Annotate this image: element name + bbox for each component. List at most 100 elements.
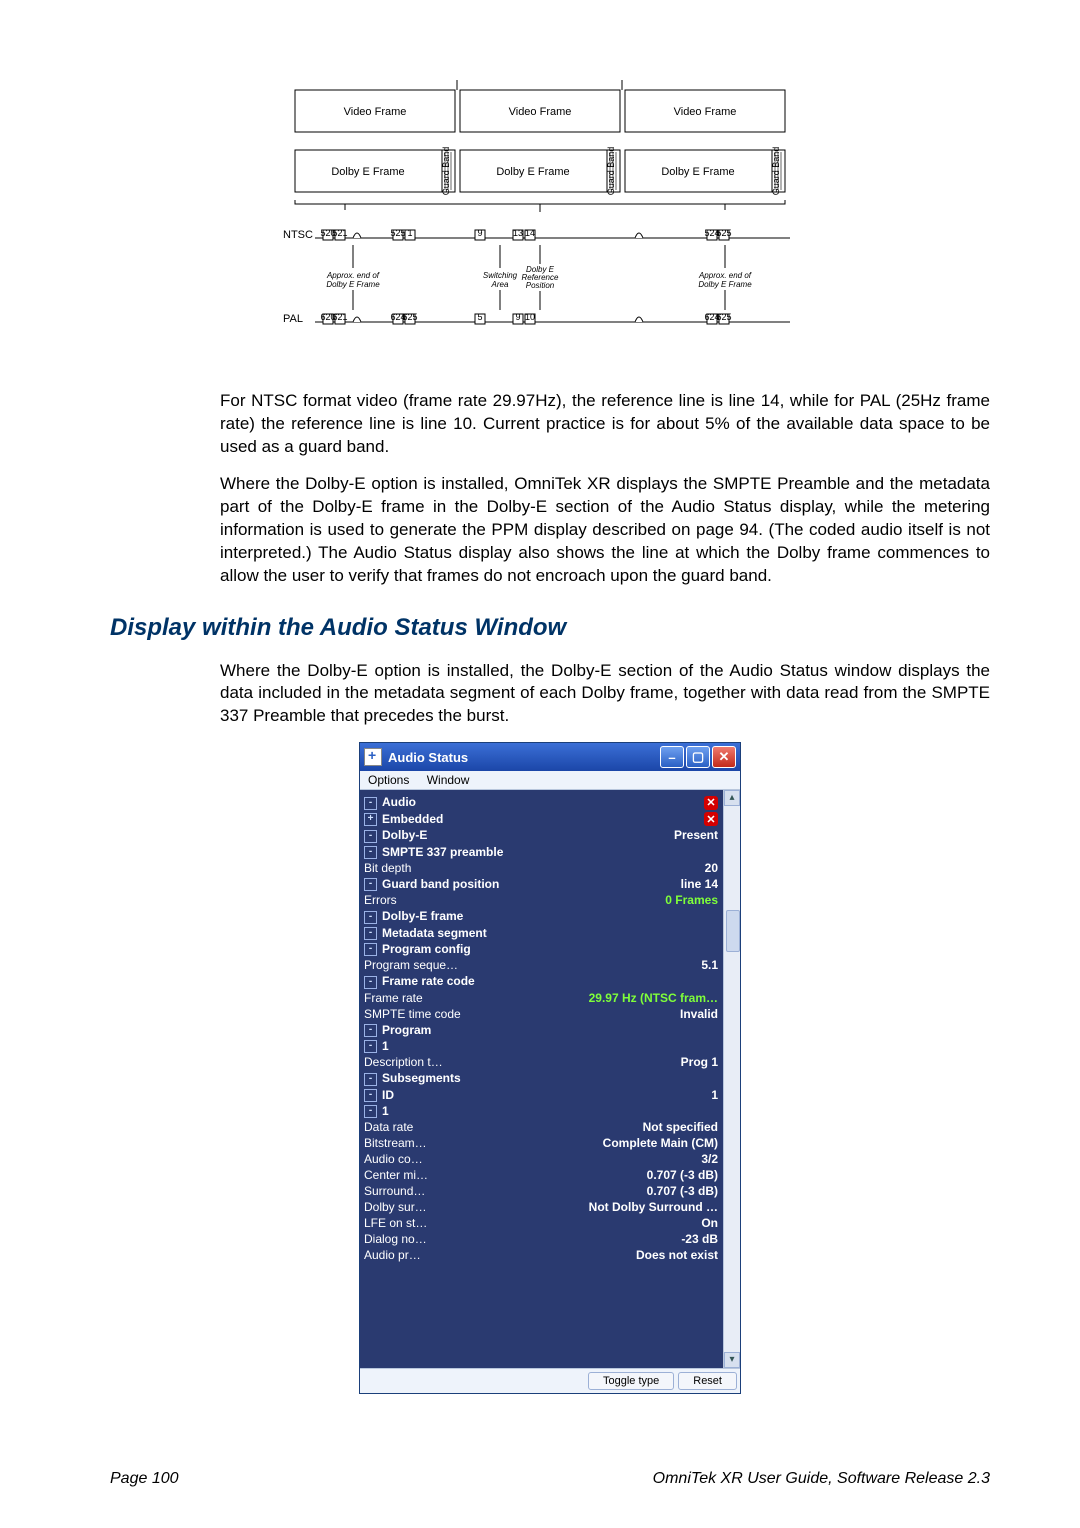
node-description: Description t… <box>364 1055 443 1069</box>
page: Video Frame Video Frame Video Frame <box>0 0 1080 1434</box>
node-audio[interactable]: Audio <box>382 795 416 809</box>
node-sub-1[interactable]: 1 <box>382 1104 389 1118</box>
titlebar[interactable]: Audio Status – ▢ ✕ <box>360 743 740 771</box>
svg-text:Approx. end of: Approx. end of <box>326 271 380 280</box>
reset-button[interactable]: Reset <box>678 1372 737 1390</box>
value-audio-pr: Does not exist <box>636 1248 718 1262</box>
body-text-2: Where the Dolby-E option is installed, t… <box>220 660 990 729</box>
value-frame-rate: 29.97 Hz (NTSC fram… <box>589 991 718 1005</box>
svg-text:14: 14 <box>525 228 535 238</box>
svg-text:521: 521 <box>332 228 347 238</box>
value-errors: 0 Frames <box>665 893 718 907</box>
value-smpte-tc: Invalid <box>680 1007 718 1021</box>
node-center-mi: Center mi… <box>364 1168 428 1182</box>
close-button[interactable]: ✕ <box>712 746 736 768</box>
node-smpte-preamble[interactable]: SMPTE 337 preamble <box>382 845 503 859</box>
paragraph-1: For NTSC format video (frame rate 29.97H… <box>220 390 990 459</box>
scrollbar[interactable]: ▴ ▾ <box>723 790 740 1368</box>
svg-text:Dolby E Frame: Dolby E Frame <box>331 166 404 178</box>
menu-options[interactable]: Options <box>368 773 409 787</box>
value-surround: 0.707 (-3 dB) <box>647 1184 718 1198</box>
node-subsegments[interactable]: Subsegments <box>382 1071 461 1085</box>
node-guard-band[interactable]: Guard band position <box>382 877 499 891</box>
node-embedded[interactable]: Embedded <box>382 812 443 826</box>
svg-text:Video Frame: Video Frame <box>344 106 407 118</box>
node-dolbye[interactable]: Dolby-E <box>382 828 427 842</box>
svg-text:625: 625 <box>716 312 731 322</box>
node-dialog: Dialog no… <box>364 1232 427 1246</box>
audio-status-window: Audio Status – ▢ ✕ Options Window -Audio… <box>359 742 741 1394</box>
node-smpte-tc: SMPTE time code <box>364 1007 461 1021</box>
scroll-up-icon[interactable]: ▴ <box>724 790 740 806</box>
svg-text:9: 9 <box>477 228 482 238</box>
value-data-rate: Not specified <box>643 1120 718 1134</box>
svg-text:1: 1 <box>407 228 412 238</box>
svg-text:NTSC: NTSC <box>283 229 313 241</box>
svg-text:13: 13 <box>513 228 523 238</box>
value-center-mi: 0.707 (-3 dB) <box>647 1168 718 1182</box>
svg-text:Dolby E Frame: Dolby E Frame <box>661 166 734 178</box>
value-bit-depth: 20 <box>705 861 718 875</box>
node-audio-pr: Audio pr… <box>364 1248 421 1262</box>
timing-diagram: Video Frame Video Frame Video Frame <box>275 80 825 350</box>
maximize-button[interactable]: ▢ <box>686 746 710 768</box>
value-dolbye: Present <box>674 828 718 842</box>
value-dialog: -23 dB <box>681 1232 718 1246</box>
svg-text:10: 10 <box>525 312 535 322</box>
node-dolbye-frame[interactable]: Dolby-E frame <box>382 909 463 923</box>
value-bitstream: Complete Main (CM) <box>603 1136 718 1150</box>
svg-text:Guard Band: Guard Band <box>606 147 616 196</box>
svg-text:Area: Area <box>491 280 509 289</box>
svg-text:625: 625 <box>402 312 417 322</box>
node-bitstream: Bitstream… <box>364 1136 427 1150</box>
body-text: For NTSC format video (frame rate 29.97H… <box>220 390 990 588</box>
svg-text:9: 9 <box>515 312 520 322</box>
button-bar: Toggle type Reset <box>360 1368 740 1393</box>
footer-left: Page 100 <box>110 1470 179 1488</box>
node-program-1[interactable]: 1 <box>382 1039 389 1053</box>
svg-text:Switching: Switching <box>483 271 518 280</box>
svg-text:525: 525 <box>716 228 731 238</box>
value-description: Prog 1 <box>681 1055 718 1069</box>
svg-text:5: 5 <box>477 312 482 322</box>
toggle-type-button[interactable]: Toggle type <box>588 1372 674 1390</box>
svg-text:Dolby E Frame: Dolby E Frame <box>326 280 380 289</box>
svg-text:Approx. end of: Approx. end of <box>698 271 752 280</box>
node-bit-depth: Bit depth <box>364 861 411 875</box>
menu-window[interactable]: Window <box>427 773 470 787</box>
node-program[interactable]: Program <box>382 1023 431 1037</box>
tree-view[interactable]: -Audio✕ +Embedded✕ -Dolby-EPresent -SMPT… <box>360 790 740 1368</box>
svg-text:Guard Band: Guard Band <box>771 147 781 196</box>
svg-text:Position: Position <box>526 281 555 290</box>
page-footer: Page 100 OmniTek XR User Guide, Software… <box>110 1470 990 1488</box>
scroll-down-icon[interactable]: ▾ <box>724 1352 740 1368</box>
menubar: Options Window <box>360 771 740 790</box>
node-program-config[interactable]: Program config <box>382 942 471 956</box>
svg-text:525: 525 <box>390 228 405 238</box>
footer-right: OmniTek XR User Guide, Software Release … <box>653 1470 990 1488</box>
app-icon <box>364 748 382 766</box>
svg-text:Video Frame: Video Frame <box>509 106 572 118</box>
node-frame-rate-code[interactable]: Frame rate code <box>382 974 475 988</box>
svg-text:Dolby E Frame: Dolby E Frame <box>496 166 569 178</box>
node-surround: Surround… <box>364 1184 425 1198</box>
value-audio-co: 3/2 <box>701 1152 718 1166</box>
scroll-thumb[interactable] <box>726 910 740 952</box>
value-program-seq: 5.1 <box>701 958 718 972</box>
node-data-rate: Data rate <box>364 1120 413 1134</box>
node-lfe: LFE on st… <box>364 1216 427 1230</box>
paragraph-2: Where the Dolby-E option is installed, O… <box>220 473 990 588</box>
status-error-icon: ✕ <box>704 796 718 810</box>
value-lfe: On <box>701 1216 718 1230</box>
value-guard-band: line 14 <box>681 877 718 891</box>
node-metadata-segment[interactable]: Metadata segment <box>382 926 487 940</box>
svg-text:Dolby E Frame: Dolby E Frame <box>698 280 752 289</box>
svg-text:Guard Band: Guard Band <box>441 147 451 196</box>
node-id[interactable]: ID <box>382 1088 394 1102</box>
paragraph-3: Where the Dolby-E option is installed, t… <box>220 660 990 729</box>
svg-text:621: 621 <box>332 312 347 322</box>
minimize-button[interactable]: – <box>660 746 684 768</box>
node-program-seq: Program seque… <box>364 958 458 972</box>
node-errors: Errors <box>364 893 397 907</box>
window-title-text: Audio Status <box>388 750 468 765</box>
